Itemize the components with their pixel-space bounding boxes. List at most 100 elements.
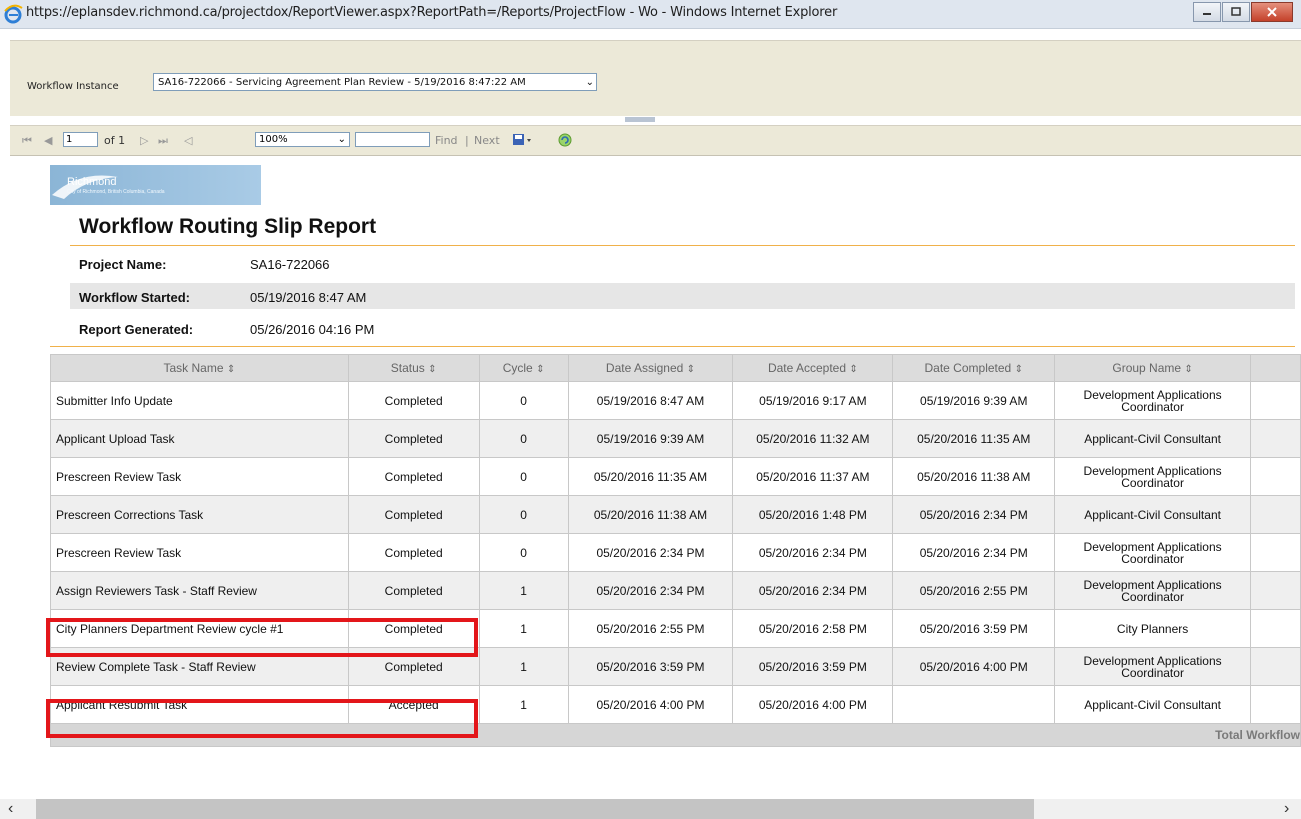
extra-cell xyxy=(1250,647,1301,686)
find-separator: | xyxy=(465,134,469,147)
task-name-cell: Submitter Info Update xyxy=(50,381,349,420)
next-page-icon[interactable]: ▷ xyxy=(140,134,148,147)
info-label: Project Name: xyxy=(79,257,167,272)
group-name-cell: Development Applications Coordinator xyxy=(1054,381,1252,420)
date-assigned-cell: 05/20/2016 4:00 PM xyxy=(567,685,734,724)
cycle-cell: 1 xyxy=(478,571,569,610)
info-row-project-name: Project Name: SA16-722066 xyxy=(70,250,1295,276)
status-cell: Completed xyxy=(347,419,480,458)
first-page-icon[interactable]: ⏮ xyxy=(22,134,32,148)
find-text-input[interactable] xyxy=(355,132,430,147)
highlight-box-applicant-resubmit xyxy=(46,699,478,738)
date-assigned-cell: 05/19/2016 9:39 AM xyxy=(567,419,734,458)
find-link[interactable]: Find xyxy=(435,134,458,147)
sort-icon: ⇕ xyxy=(1014,364,1023,375)
sort-icon: ⇕ xyxy=(536,364,545,375)
maximize-button[interactable] xyxy=(1222,2,1250,22)
date-completed-cell: 05/20/2016 4:00 PM xyxy=(892,647,1056,686)
report-toolbar xyxy=(10,125,1301,156)
info-label: Workflow Started: xyxy=(79,290,190,305)
date-completed-cell: 05/20/2016 2:34 PM xyxy=(892,533,1056,572)
refresh-icon[interactable] xyxy=(557,132,573,148)
date-assigned-cell: 05/20/2016 3:59 PM xyxy=(567,647,734,686)
last-page-icon[interactable]: ⏭ xyxy=(158,134,168,148)
next-link[interactable]: Next xyxy=(474,134,500,147)
date-completed-cell: 05/20/2016 11:38 AM xyxy=(892,457,1056,496)
column-header-group-name[interactable]: Group Name ⇕ xyxy=(1054,354,1252,382)
info-value: SA16-722066 xyxy=(250,257,330,272)
export-icon[interactable] xyxy=(512,132,534,148)
group-name-cell: Development Applications Coordinator xyxy=(1054,457,1252,496)
task-name-cell: Prescreen Corrections Task xyxy=(50,495,349,534)
task-name-cell: Applicant Upload Task xyxy=(50,419,349,458)
date-assigned-cell: 05/20/2016 2:34 PM xyxy=(567,571,734,610)
column-header-date-assigned[interactable]: Date Assigned ⇕ xyxy=(567,354,734,382)
info-divider xyxy=(50,346,1295,347)
column-header-extra xyxy=(1250,354,1301,382)
date-completed-cell: 05/19/2016 9:39 AM xyxy=(892,381,1056,420)
table-row: Prescreen Corrections Task Completed 0 0… xyxy=(50,495,1301,534)
date-assigned-cell: 05/20/2016 11:35 AM xyxy=(567,457,734,496)
table-row: Submitter Info Update Completed 0 05/19/… xyxy=(50,381,1301,420)
table-row: Assign Reviewers Task - Staff Review Com… xyxy=(50,571,1301,610)
horizontal-scrollbar-thumb[interactable] xyxy=(36,799,1034,819)
info-row-report-generated: Report Generated: 05/26/2016 04:16 PM xyxy=(70,315,1295,341)
extra-cell xyxy=(1250,609,1301,648)
sort-icon: ⇕ xyxy=(686,364,696,375)
cycle-cell: 1 xyxy=(478,609,569,648)
extra-cell xyxy=(1250,419,1301,458)
back-icon[interactable]: ◁ xyxy=(184,134,192,147)
column-header-date-completed[interactable]: Date Completed ⇕ xyxy=(892,354,1056,382)
date-accepted-cell: 05/20/2016 4:00 PM xyxy=(732,685,894,724)
zoom-select[interactable]: 100% ⌄ xyxy=(255,132,350,147)
sort-icon: ⇕ xyxy=(1184,364,1193,375)
extra-cell xyxy=(1250,381,1301,420)
date-accepted-cell: 05/20/2016 2:34 PM xyxy=(732,533,894,572)
date-completed-cell xyxy=(892,685,1056,724)
date-accepted-cell: 05/19/2016 9:17 AM xyxy=(732,381,894,420)
page-number-input[interactable]: 1 xyxy=(63,132,98,147)
extra-cell xyxy=(1250,495,1301,534)
cycle-cell: 0 xyxy=(478,495,569,534)
extra-cell xyxy=(1250,533,1301,572)
zoom-value: 100% xyxy=(259,134,288,145)
column-header-status[interactable]: Status ⇕ xyxy=(347,354,480,382)
workflow-instance-label: Workflow Instance xyxy=(27,81,119,92)
table-row: Prescreen Review Task Completed 0 05/20/… xyxy=(50,457,1301,496)
task-name-cell: Prescreen Review Task xyxy=(50,533,349,572)
info-row-workflow-started: Workflow Started: 05/19/2016 8:47 AM xyxy=(70,283,1295,309)
group-name-cell: Applicant-Civil Consultant xyxy=(1054,495,1252,534)
workflow-instance-select[interactable]: SA16-722066 - Servicing Agreement Plan R… xyxy=(153,73,597,91)
window-title-bar: https://eplansdev.richmond.ca/projectdox… xyxy=(0,0,1301,29)
cycle-cell: 0 xyxy=(478,533,569,572)
cycle-cell: 0 xyxy=(478,457,569,496)
sort-icon: ⇕ xyxy=(226,364,236,375)
table-header-row: Task Name ⇕ Status ⇕ Cycle ⇕ Date Assign… xyxy=(50,354,1301,382)
date-assigned-cell: 05/19/2016 8:47 AM xyxy=(567,381,734,420)
close-button[interactable] xyxy=(1251,2,1293,22)
chevron-down-icon: ⌄ xyxy=(337,134,346,145)
date-accepted-cell: 05/20/2016 3:59 PM xyxy=(732,647,894,686)
column-header-cycle[interactable]: Cycle ⇕ xyxy=(478,354,569,382)
date-accepted-cell: 05/20/2016 11:37 AM xyxy=(732,457,894,496)
date-accepted-cell: 05/20/2016 2:58 PM xyxy=(732,609,894,648)
status-cell: Completed xyxy=(347,457,480,496)
date-completed-cell: 05/20/2016 2:34 PM xyxy=(892,495,1056,534)
cycle-cell: 1 xyxy=(478,685,569,724)
title-divider xyxy=(70,245,1295,246)
cycle-cell: 1 xyxy=(478,647,569,686)
cycle-cell: 0 xyxy=(478,419,569,458)
minimize-button[interactable] xyxy=(1193,2,1221,22)
info-label: Report Generated: xyxy=(79,322,194,337)
column-header-task-name[interactable]: Task Name ⇕ xyxy=(50,354,349,382)
page-count: of 1 xyxy=(104,134,126,147)
panel-splitter[interactable] xyxy=(625,117,655,122)
info-value: 05/26/2016 04:16 PM xyxy=(250,322,375,337)
column-header-date-accepted[interactable]: Date Accepted ⇕ xyxy=(732,354,894,382)
group-name-cell: Development Applications Coordinator xyxy=(1054,571,1252,610)
workflow-instance-value: SA16-722066 - Servicing Agreement Plan R… xyxy=(158,77,526,88)
previous-page-icon[interactable]: ◀ xyxy=(44,134,52,147)
scroll-right-icon[interactable]: › xyxy=(1284,800,1289,818)
scroll-left-icon[interactable]: ‹ xyxy=(8,800,13,818)
group-name-cell: Applicant-Civil Consultant xyxy=(1054,419,1252,458)
